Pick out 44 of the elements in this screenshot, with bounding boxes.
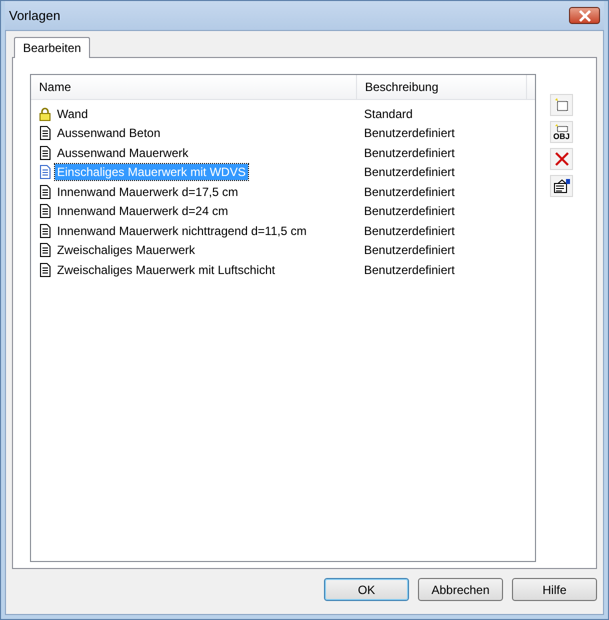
document-icon (38, 224, 52, 238)
dialog-button[interactable]: Abbrechen (418, 578, 503, 601)
document-icon (38, 126, 52, 140)
close-icon (578, 10, 592, 22)
table-cell-text: Benutzerdefiniert (363, 204, 455, 218)
list-item[interactable]: Aussenwand Beton (55, 125, 162, 142)
properties-icon (552, 178, 570, 194)
delete-icon (554, 151, 570, 167)
table-cell-text: Benutzerdefiniert (363, 184, 455, 199)
table-cell-text: Benutzerdefiniert (363, 126, 455, 140)
table-cell-text: Standard (363, 106, 413, 121)
column-header[interactable]: Beschreibung (357, 75, 527, 99)
window-title: Vorlagen (9, 8, 60, 23)
column-header[interactable]: Name (31, 75, 357, 99)
list-item[interactable]: Wand (55, 106, 90, 122)
dialog-button[interactable]: OK (324, 578, 409, 601)
list-item[interactable]: Innenwand Mauerwerk d=17,5 cm (55, 184, 240, 200)
delete-button[interactable] (550, 148, 573, 170)
new-icon (554, 124, 570, 132)
tab[interactable]: Bearbeiten (14, 37, 90, 58)
icon-label: OBJ (553, 132, 570, 140)
list-item[interactable]: Aussenwand Mauerwerk (55, 144, 190, 161)
new-object-button[interactable]: OBJ (550, 121, 573, 143)
table-cell-text: Benutzerdefiniert (363, 262, 455, 277)
new-icon (554, 97, 570, 113)
list-item[interactable]: Innenwand Mauerwerk d=24 cm (55, 203, 230, 220)
document-icon (38, 184, 52, 199)
close-button[interactable] (569, 7, 600, 24)
new-button[interactable] (550, 94, 573, 116)
dialog-button[interactable]: Hilfe (512, 578, 597, 601)
lock-icon (38, 106, 52, 121)
list-item[interactable]: Zweischaliges Mauerwerk mit Luftschicht (55, 262, 278, 278)
document-icon (38, 146, 52, 160)
document-icon (38, 262, 52, 277)
table-cell-text: Benutzerdefiniert (363, 146, 455, 160)
list-item[interactable]: Innenwand Mauerwerk nichttragend d=11,5 cm (55, 222, 309, 239)
table-cell-text: Benutzerdefiniert (363, 165, 455, 180)
document-icon (38, 204, 52, 218)
table-cell-text: Benutzerdefiniert (363, 224, 455, 238)
list-item[interactable]: Zweischaliges Mauerwerk (55, 242, 198, 258)
document-icon (38, 165, 52, 180)
document-icon (38, 243, 52, 258)
properties-button[interactable] (550, 175, 573, 197)
table-cell-text: Benutzerdefiniert (363, 243, 455, 258)
